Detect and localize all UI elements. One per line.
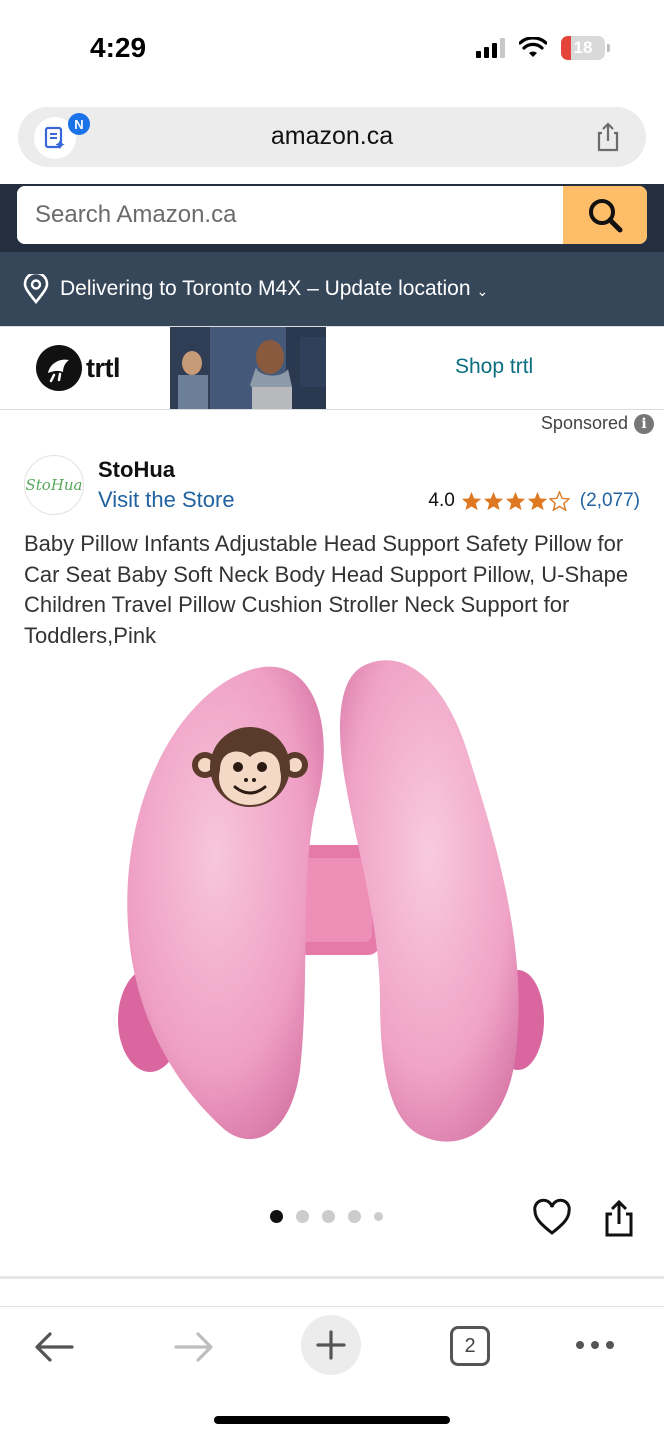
product-title: Baby Pillow Infants Adjustable Head Supp… <box>24 531 629 648</box>
trtl-logo-icon <box>36 345 82 391</box>
search-bar <box>17 186 647 244</box>
battery-icon: 18 <box>561 36 605 60</box>
cellular-signal-icon <box>476 38 505 58</box>
location-pin-icon <box>23 274 49 304</box>
store-logo-text: StoHua <box>25 476 83 494</box>
sponsored-label[interactable]: Sponsored i <box>541 413 654 434</box>
address-bar[interactable]: N amazon.ca <box>18 107 646 167</box>
section-divider <box>0 1276 664 1279</box>
carousel-dot[interactable] <box>348 1210 361 1223</box>
product-image[interactable] <box>100 650 570 1170</box>
tab-count: 2 <box>464 1334 476 1357</box>
search-icon <box>589 199 623 233</box>
image-carousel-dots[interactable] <box>270 1210 383 1223</box>
brand-name: trtl <box>86 352 121 383</box>
delivery-location-bar[interactable]: Delivering to Toronto M4X – Update locat… <box>0 252 664 326</box>
star-outline-icon <box>548 491 570 511</box>
share-icon[interactable] <box>592 121 624 153</box>
wifi-icon <box>519 37 547 57</box>
store-name: StoHua <box>98 457 175 482</box>
delivery-text: Delivering to Toronto M4X – Update locat… <box>60 277 471 300</box>
rating-count[interactable]: (2,077) <box>580 490 640 512</box>
shop-brand-link[interactable]: Shop trtl <box>455 355 533 379</box>
visit-store-link[interactable]: Visit the Store <box>98 487 235 513</box>
back-arrow-icon[interactable] <box>30 1327 78 1367</box>
more-icon[interactable] <box>576 1341 614 1349</box>
star-icon <box>505 491 525 511</box>
star-icon <box>483 491 503 511</box>
carousel-dot[interactable] <box>322 1210 335 1223</box>
ad-photo <box>170 327 326 409</box>
star-icon <box>461 491 481 511</box>
product-rating[interactable]: 4.0 (2,077) <box>428 490 640 512</box>
carousel-dot[interactable] <box>296 1210 309 1223</box>
sponsored-text: Sponsored <box>540 413 628 433</box>
plus-icon <box>316 1330 346 1360</box>
store-logo[interactable]: StoHua <box>24 455 84 515</box>
battery-level: 18 <box>573 38 593 57</box>
carousel-dot[interactable] <box>270 1210 283 1223</box>
carousel-dot[interactable] <box>374 1212 383 1221</box>
tab-switcher-button[interactable]: 2 <box>450 1326 490 1366</box>
status-bar: 4:29 18 <box>0 0 664 100</box>
brand-logo: trtl <box>36 345 121 391</box>
status-icons: 18 <box>476 36 610 60</box>
forward-arrow-icon[interactable] <box>170 1327 218 1367</box>
star-rating <box>461 491 570 511</box>
status-time: 4:29 <box>90 32 147 63</box>
star-icon <box>527 491 547 511</box>
heart-icon[interactable] <box>532 1198 572 1238</box>
info-icon[interactable]: i <box>634 413 654 434</box>
sponsored-banner[interactable]: trtl Shop trtl <box>0 326 664 410</box>
chevron-down-icon: ⌄ <box>476 282 489 299</box>
home-indicator <box>214 1416 450 1424</box>
rating-value: 4.0 <box>428 490 455 511</box>
battery-tip <box>607 44 610 52</box>
share-icon[interactable] <box>601 1198 637 1238</box>
search-button[interactable] <box>563 186 647 244</box>
search-input[interactable] <box>17 186 563 244</box>
new-tab-button[interactable] <box>301 1315 361 1375</box>
url-text[interactable]: amazon.ca <box>18 122 646 151</box>
